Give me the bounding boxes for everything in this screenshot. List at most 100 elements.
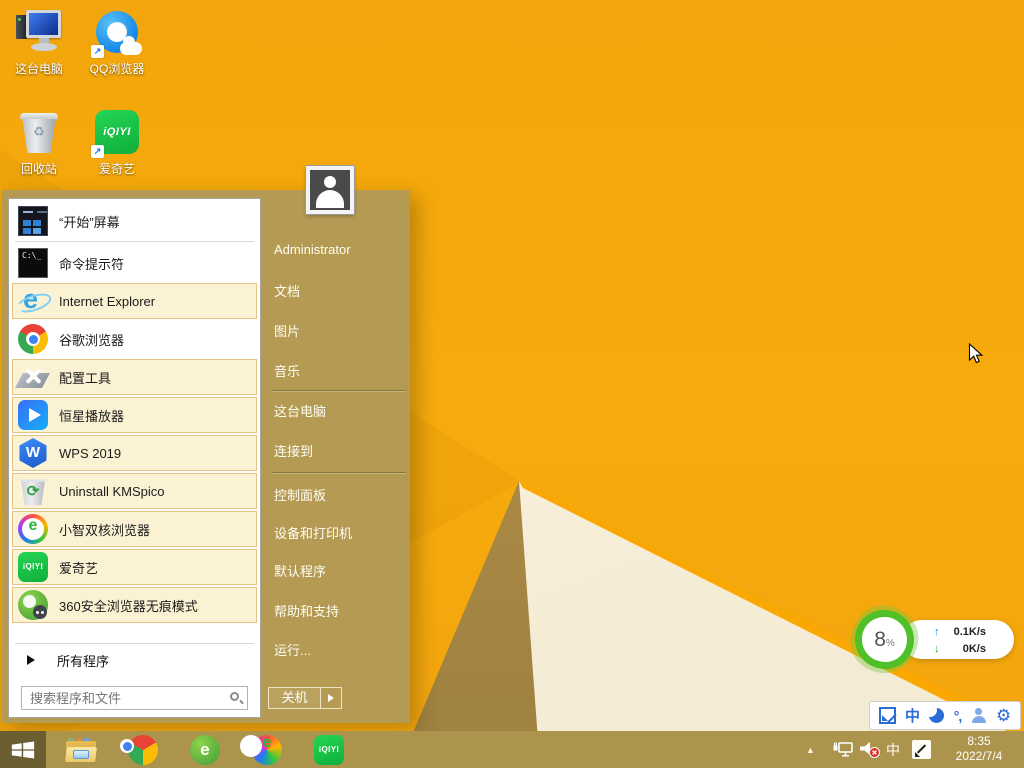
user-icon[interactable] [971, 708, 987, 723]
net-speed-widget[interactable]: ↑ 0.1K/s ↓ 0K/s + 8% [850, 608, 1020, 672]
menu-link-default-programs[interactable]: 默认程序 [274, 561, 406, 580]
punctuation-toggle[interactable]: °, [954, 708, 962, 724]
iqiyi-icon: iQIYI [18, 552, 48, 582]
recycle-bin-icon: ♻ [15, 108, 63, 156]
menu-item-command-prompt[interactable]: C:\_ 命令提示符 [12, 245, 257, 281]
xiaozhi-browser-icon: e [252, 735, 282, 765]
search-input[interactable] [22, 687, 247, 709]
menu-link-documents[interactable]: 文档 [274, 281, 406, 300]
shortcut-arrow-icon: ↗ [91, 145, 104, 158]
menu-link-run[interactable]: 运行... [274, 640, 406, 659]
menu-item-uninstall-kmspico[interactable]: ⟳ Uninstall KMSpico [12, 473, 257, 509]
iqiyi-icon: iQIYI [314, 735, 344, 765]
download-arrow-icon: ↓ [934, 643, 940, 655]
desktop-icon-qq-browser[interactable]: ↗ QQ浏览器 [78, 8, 156, 77]
menu-item-wps[interactable]: W WPS 2019 [12, 435, 257, 471]
all-programs-button[interactable]: 所有程序 [12, 646, 257, 674]
internet-explorer-icon: e [18, 286, 48, 316]
taskbar-file-explorer[interactable] [50, 731, 112, 768]
menu-item-xiaozhi-browser[interactable]: e 小智双核浏览器 [12, 511, 257, 547]
menu-item-start-screen[interactable]: “开始”屏幕 [12, 203, 257, 239]
fullwidth-moon-icon[interactable] [929, 708, 944, 723]
this-pc-icon [15, 8, 63, 56]
taskbar-clock[interactable]: 8:35 2022/7/4 [942, 734, 1016, 764]
volume-muted-icon[interactable] [858, 740, 882, 759]
user-name[interactable]: Administrator [274, 242, 406, 257]
shortcut-arrow-icon: ↗ [91, 45, 104, 58]
gear-icon[interactable]: ⚙ [996, 707, 1011, 724]
desktop-icon-label: 爱奇艺 [78, 160, 156, 177]
taskbar-360-browser[interactable]: e [174, 731, 236, 768]
menu-separator [15, 643, 254, 644]
tray-ime-icon[interactable] [912, 740, 931, 759]
wps-icon: W [18, 438, 48, 468]
menu-link-pictures[interactable]: 图片 [274, 321, 406, 340]
media-player-icon [18, 400, 48, 430]
desktop-icon-label: 这台电脑 [0, 60, 78, 77]
ime-logo-icon[interactable] [879, 707, 896, 724]
360-browser-icon: e [190, 735, 220, 765]
network-icon[interactable] [832, 741, 854, 758]
file-explorer-icon [66, 738, 96, 762]
menu-item-stellar-player[interactable]: 恒星播放器 [12, 397, 257, 433]
recycle-symbol-icon: ♻ [15, 124, 63, 140]
menu-separator [15, 241, 254, 242]
taskbar-iqiyi[interactable]: iQIYI [298, 731, 360, 768]
tray-expand-icon[interactable]: ▲ [806, 745, 815, 755]
desktop-icon-recycle-bin[interactable]: ♻ 回收站 [0, 108, 78, 177]
start-menu: “开始”屏幕 C:\_ 命令提示符 e Internet Explorer 谷歌… [2, 190, 410, 723]
chrome-icon [128, 735, 158, 765]
360-browser-icon [18, 590, 48, 620]
command-prompt-icon: C:\_ [18, 248, 48, 278]
tools-icon [18, 362, 48, 392]
menu-link-this-pc[interactable]: 这台电脑 [274, 401, 406, 420]
net-speed-panel: ↑ 0.1K/s ↓ 0K/s + [902, 620, 1014, 659]
shutdown-options-arrow[interactable] [321, 687, 342, 709]
ime-toolbar: 中 °, ⚙ [869, 701, 1021, 730]
clock-date: 2022/7/4 [942, 749, 1016, 764]
menu-item-iqiyi[interactable]: iQIYI 爱奇艺 [12, 549, 257, 585]
clock-time: 8:35 [942, 734, 1016, 749]
user-avatar[interactable] [306, 166, 354, 214]
start-screen-icon [18, 206, 48, 236]
xiaozhi-browser-icon: e [18, 514, 48, 544]
tray-language-indicator[interactable]: 中 [886, 740, 900, 760]
menu-link-music[interactable]: 音乐 [274, 361, 406, 380]
qq-browser-icon: ↗ [93, 8, 141, 56]
ime-language-toggle[interactable]: 中 [905, 705, 920, 726]
menu-item-config-tools[interactable]: 配置工具 [12, 359, 257, 395]
menu-separator [272, 472, 406, 473]
right-triangle-icon [27, 655, 35, 665]
start-menu-program-list: “开始”屏幕 C:\_ 命令提示符 e Internet Explorer 谷歌… [8, 198, 261, 718]
search-icon [230, 692, 239, 701]
desktop-icon-label: QQ浏览器 [78, 60, 156, 77]
menu-item-internet-explorer[interactable]: e Internet Explorer [12, 283, 257, 319]
menu-separator [272, 390, 406, 391]
download-speed: ↓ 0K/s [934, 639, 986, 658]
menu-link-control-panel[interactable]: 控制面板 [274, 485, 406, 504]
uninstall-bin-icon: ⟳ [18, 476, 48, 506]
right-triangle-icon [328, 694, 334, 702]
memory-usage-ring[interactable]: 8% [855, 610, 914, 669]
menu-link-devices-printers[interactable]: 设备和打印机 [274, 523, 406, 542]
start-button[interactable] [0, 731, 46, 768]
shutdown-button[interactable]: 关机 [268, 687, 321, 709]
taskbar-chrome[interactable] [112, 731, 174, 768]
usage-percent: 8% [855, 610, 914, 669]
start-search-box[interactable] [21, 686, 248, 710]
taskbar-xiaozhi-browser[interactable]: e [236, 731, 298, 768]
taskbar: e e iQIYI ▲ 中 8:35 2022/7/4 [0, 731, 1024, 768]
desktop-icon-this-pc[interactable]: 这台电脑 [0, 8, 78, 77]
desktop-icon-iqiyi[interactable]: iQIYI ↗ 爱奇艺 [78, 108, 156, 177]
menu-link-connect-to[interactable]: 连接到 [274, 441, 406, 460]
chrome-icon [18, 324, 48, 354]
upload-arrow-icon: ↑ [934, 626, 940, 638]
desktop: 这台电脑 ↗ QQ浏览器 ♻ 回收站 iQIYI ↗ 爱奇艺 “开始”屏幕 [0, 0, 1024, 768]
iqiyi-icon: iQIYI ↗ [93, 108, 141, 156]
menu-item-360-browser-incognito[interactable]: 360安全浏览器无痕模式 [12, 587, 257, 623]
menu-link-help-support[interactable]: 帮助和支持 [274, 601, 406, 620]
shutdown-control: 关机 [268, 687, 342, 709]
menu-item-chrome[interactable]: 谷歌浏览器 [12, 321, 257, 357]
windows-logo-icon [10, 737, 36, 763]
desktop-icon-label: 回收站 [0, 160, 78, 177]
